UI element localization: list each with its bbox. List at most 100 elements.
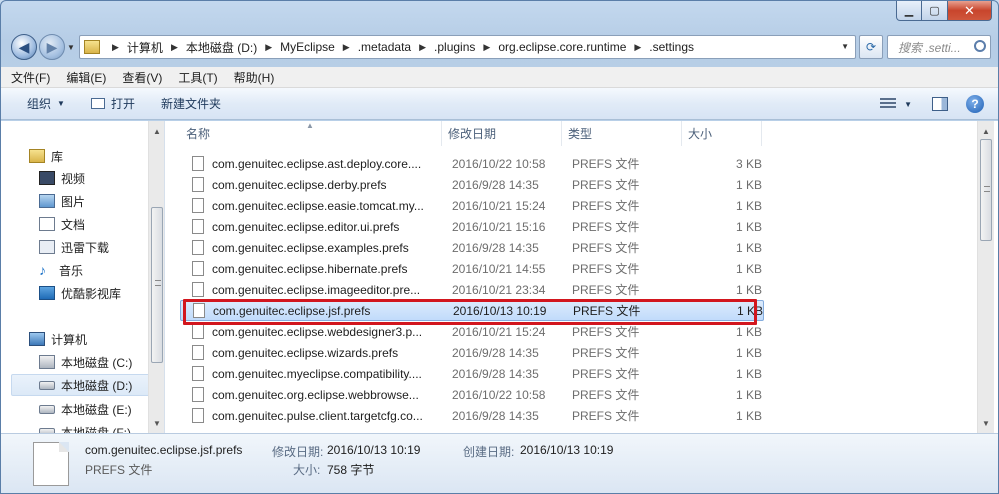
nav-drive-e[interactable]: 本地磁盘 (E:): [39, 398, 132, 420]
file-row[interactable]: com.genuitec.pulse.client.targetcfg.co..…: [180, 405, 764, 426]
breadcrumb-item[interactable]: MyEclipse: [280, 40, 335, 54]
column-header-type[interactable]: 类型: [562, 121, 682, 146]
organize-button[interactable]: 组织 ▼: [27, 95, 65, 112]
file-name: com.genuitec.eclipse.wizards.prefs: [212, 345, 399, 360]
file-list-scrollbar[interactable]: ▲ ▼: [977, 121, 994, 433]
help-icon[interactable]: ?: [966, 95, 984, 113]
details-file-name: com.genuitec.eclipse.jsf.prefs: [85, 443, 243, 457]
file-row[interactable]: com.genuitec.eclipse.wizards.prefs 2016/9…: [180, 342, 764, 363]
scroll-down-icon[interactable]: ▼: [149, 415, 164, 431]
navigation-pane: 库 视频 图片 文档 迅雷下载 ♪ 音乐 优酷影视库 计算机 本地磁盘 (C:)…: [1, 121, 165, 433]
breadcrumb-item[interactable]: .metadata: [358, 40, 411, 54]
nav-scrollbar[interactable]: ▲ ▼: [148, 121, 164, 433]
close-button[interactable]: ✕: [948, 1, 992, 21]
file-icon: [192, 366, 204, 381]
column-header-date[interactable]: 修改日期: [442, 121, 562, 146]
open-button[interactable]: 打开: [90, 95, 135, 112]
file-row[interactable]: com.genuitec.myeclipse.compatibility....…: [180, 363, 764, 384]
menu-file[interactable]: 文件(F): [11, 69, 50, 86]
nav-drive-c[interactable]: 本地磁盘 (C:): [39, 351, 132, 373]
menu-edit[interactable]: 编辑(E): [66, 69, 106, 86]
file-type: PREFS 文件: [572, 367, 640, 381]
file-modified-date: 2016/9/28 14:35: [452, 408, 539, 423]
nav-drive-f[interactable]: 本地磁盘 (F:): [39, 421, 131, 433]
file-type: PREFS 文件: [572, 409, 640, 423]
file-row[interactable]: com.genuitec.eclipse.editor.ui.prefs 2016…: [180, 216, 764, 237]
nav-item-videos[interactable]: 视频: [39, 167, 85, 189]
file-size: 3 KB: [735, 156, 762, 171]
scroll-up-icon[interactable]: ▲: [978, 123, 994, 139]
breadcrumb-separator-icon[interactable]: ▶: [112, 42, 119, 53]
file-name: com.genuitec.myeclipse.compatibility....: [212, 366, 422, 381]
file-row[interactable]: com.genuitec.eclipse.easie.tomcat.my... 2…: [180, 195, 764, 216]
view-dropdown-icon[interactable]: ▼: [904, 100, 912, 109]
file-row[interactable]: com.genuitec.eclipse.examples.prefs 2016/…: [180, 237, 764, 258]
search-input[interactable]: 搜索 .setti...: [887, 35, 991, 59]
breadcrumb-separator-icon[interactable]: ▶: [483, 42, 490, 53]
minimize-button[interactable]: ▁: [896, 1, 922, 21]
nav-drive-d[interactable]: 本地磁盘 (D:): [11, 374, 161, 396]
refresh-button[interactable]: ⟳: [859, 35, 883, 59]
scroll-up-icon[interactable]: ▲: [149, 123, 164, 139]
breadcrumb-separator-icon[interactable]: ▶: [265, 42, 272, 53]
address-dropdown-icon[interactable]: ▼: [841, 42, 849, 51]
address-bar[interactable]: ▶ 计算机 ▶ 本地磁盘 (D:) ▶ MyEclipse ▶ .metadat…: [79, 35, 856, 59]
forward-button[interactable]: ▶: [39, 34, 65, 60]
menu-view[interactable]: 查看(V): [122, 69, 162, 86]
breadcrumb-item[interactable]: 本地磁盘 (D:): [186, 39, 257, 56]
pictures-icon: [39, 194, 55, 208]
file-name: com.genuitec.eclipse.editor.ui.prefs: [212, 219, 400, 234]
maximize-button[interactable]: ▢: [922, 1, 948, 21]
breadcrumb-item[interactable]: org.eclipse.core.runtime: [498, 40, 626, 54]
file-row[interactable]: com.genuitec.eclipse.jsf.prefs 2016/10/13…: [180, 300, 764, 321]
organize-label: 组织: [27, 97, 52, 111]
nav-item-pictures[interactable]: 图片: [39, 190, 85, 212]
details-size-label: 大小:: [293, 463, 321, 477]
recent-pages-dropdown[interactable]: ▼: [67, 43, 75, 52]
column-header-label: 名称: [186, 127, 211, 141]
scroll-thumb[interactable]: [151, 207, 163, 363]
nav-drive-label: 本地磁盘 (F:): [61, 425, 131, 434]
column-header-name[interactable]: 名称: [166, 121, 442, 146]
nav-item-thunder-downloads[interactable]: 迅雷下载: [39, 236, 109, 258]
nav-item-documents[interactable]: 文档: [39, 213, 85, 235]
file-icon: [192, 345, 204, 360]
folder-icon: [84, 40, 100, 54]
scroll-down-icon[interactable]: ▼: [978, 415, 994, 431]
file-modified-date: 2016/10/21 15:24: [452, 324, 546, 339]
file-type: PREFS 文件: [572, 220, 640, 234]
view-options-icon[interactable]: [880, 98, 897, 110]
nav-item-youku[interactable]: 优酷影视库: [39, 282, 121, 304]
nav-computer[interactable]: 计算机: [29, 328, 87, 350]
file-modified-date: 2016/10/22 10:58: [452, 387, 546, 402]
scroll-thumb[interactable]: [980, 139, 992, 241]
nav-item-music[interactable]: ♪ 音乐: [39, 259, 83, 281]
breadcrumb-item[interactable]: .settings: [649, 40, 694, 54]
column-header-size[interactable]: 大小: [682, 121, 762, 146]
breadcrumb-separator-icon[interactable]: ▶: [343, 42, 350, 53]
breadcrumb-separator-icon[interactable]: ▶: [171, 42, 178, 53]
breadcrumb-separator-icon[interactable]: ▶: [419, 42, 426, 53]
back-button[interactable]: ◀: [11, 34, 37, 60]
nav-computer-label: 计算机: [51, 332, 88, 347]
breadcrumb-separator-icon[interactable]: ▶: [634, 42, 641, 53]
menu-help[interactable]: 帮助(H): [234, 69, 275, 86]
nav-library[interactable]: 库: [29, 145, 63, 167]
open-icon: [90, 98, 105, 109]
file-row[interactable]: com.genuitec.eclipse.hibernate.prefs 2016…: [180, 258, 764, 279]
breadcrumb-item[interactable]: 计算机: [127, 39, 163, 56]
breadcrumb-item[interactable]: .plugins: [434, 40, 475, 54]
menu-tools[interactable]: 工具(T): [178, 69, 217, 86]
file-row[interactable]: com.genuitec.org.eclipse.webbrowse... 201…: [180, 384, 764, 405]
file-modified-date: 2016/9/28 14:35: [452, 345, 539, 360]
file-row[interactable]: com.genuitec.eclipse.imageeditor.pre... 2…: [180, 279, 764, 300]
new-folder-button[interactable]: 新建文件夹: [161, 95, 221, 112]
preview-pane-icon[interactable]: [932, 97, 948, 111]
file-name: com.genuitec.eclipse.hibernate.prefs: [212, 261, 408, 276]
file-type: PREFS 文件: [572, 157, 640, 171]
details-created-value: 2016/10/13 10:19: [520, 443, 614, 457]
file-row[interactable]: com.genuitec.eclipse.webdesigner3.p... 20…: [180, 321, 764, 342]
column-header-label: 类型: [568, 127, 593, 141]
file-row[interactable]: com.genuitec.eclipse.derby.prefs 2016/9/2…: [180, 174, 764, 195]
file-row[interactable]: com.genuitec.eclipse.ast.deploy.core....…: [180, 153, 764, 174]
